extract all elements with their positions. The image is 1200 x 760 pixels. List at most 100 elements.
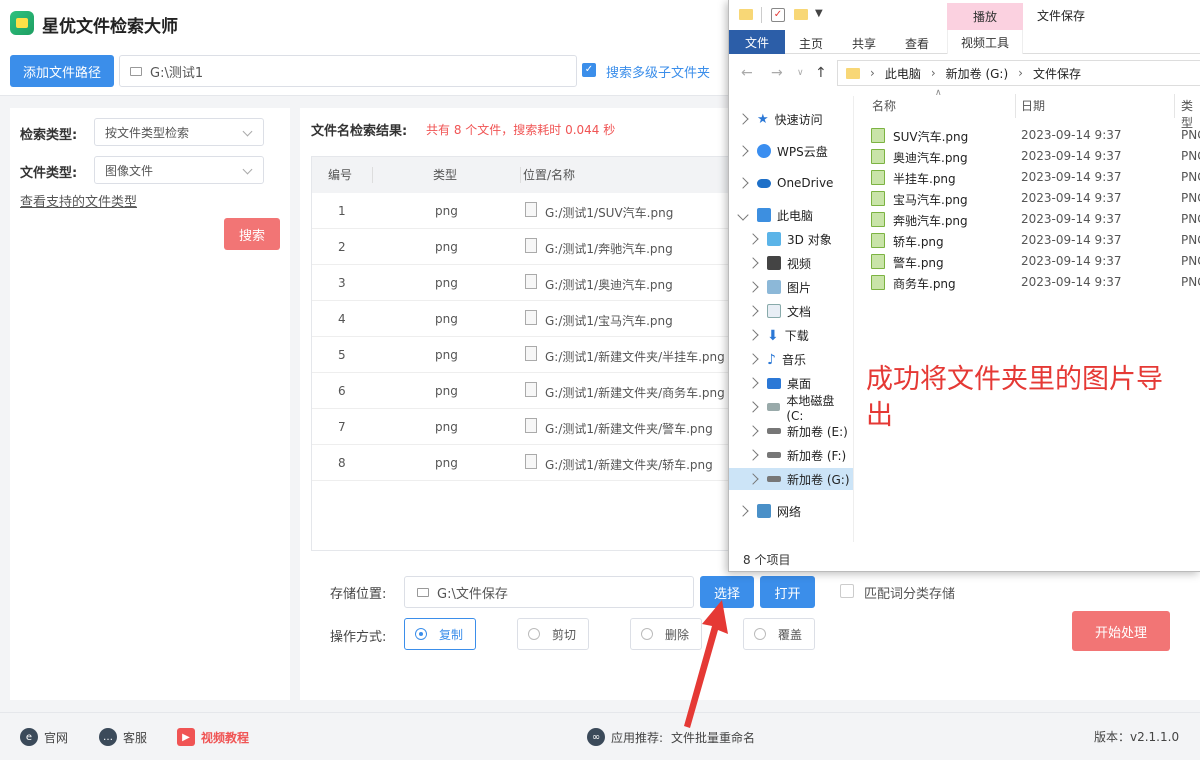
table-row[interactable]: 6 png G:/测试1/新建文件夹/商务车.png (312, 373, 730, 409)
start-process-button[interactable]: 开始处理 (1072, 611, 1170, 651)
search-type-label: 检索类型: (20, 128, 78, 143)
file-icon (525, 202, 537, 217)
header-type[interactable]: 类型 (433, 157, 457, 193)
file-type-select[interactable]: 图像文件 (94, 156, 264, 184)
customer-service-link[interactable]: … 客服 (99, 728, 147, 746)
network-icon (757, 504, 771, 518)
folder-icon (846, 67, 860, 79)
result-title: 文件名检索结果: (311, 124, 408, 139)
radio-dot (641, 628, 653, 640)
column-date[interactable]: 日期 (1021, 97, 1045, 114)
header-path[interactable]: 位置/名称 (523, 157, 575, 193)
table-row[interactable]: 5 png G:/测试1/新建文件夹/半挂车.png (312, 337, 730, 373)
match-category-label[interactable]: 匹配词分类存储 (864, 583, 955, 602)
nav-downloads[interactable]: ⬇ 下载 (729, 324, 853, 346)
address-bar[interactable]: › 此电脑 › 新加卷 (G:) › 文件保存 (837, 60, 1200, 86)
drive-icon (767, 452, 781, 458)
up-arrow-icon[interactable]: ↑ (815, 65, 827, 81)
png-file-icon (871, 254, 885, 269)
nav-wps-cloud[interactable]: WPS云盘 (729, 140, 853, 162)
file-item[interactable]: 警车.png2023-09-14 9:37PNG (863, 251, 1200, 272)
forward-arrow-icon[interactable]: → (771, 65, 783, 81)
nav-this-pc[interactable]: 此电脑 (729, 204, 853, 226)
storage-input[interactable]: G:\文件保存 (404, 576, 694, 608)
link-icon: ∞ (587, 728, 605, 746)
op-overwrite-radio[interactable]: 覆盖 (743, 618, 815, 650)
nav-3d-objects[interactable]: 3D 对象 (729, 228, 853, 250)
file-item[interactable]: 宝马汽车.png2023-09-14 9:37PNG (863, 188, 1200, 209)
open-button[interactable]: 打开 (760, 576, 815, 608)
file-item[interactable]: 半挂车.png2023-09-14 9:37PNG (863, 167, 1200, 188)
nav-documents[interactable]: 文档 (729, 300, 853, 322)
film-icon (767, 256, 781, 270)
nav-videos[interactable]: 视频 (729, 252, 853, 274)
context-tab-play[interactable]: 播放 (947, 3, 1023, 30)
supported-types-link[interactable]: 查看支持的文件类型 (20, 191, 137, 210)
quick-access-dropdown-icon[interactable]: ▼ (815, 8, 823, 19)
breadcrumb-drive[interactable]: 新加卷 (G:) (946, 65, 1009, 82)
download-icon: ⬇ (767, 328, 779, 344)
document-icon (767, 304, 781, 318)
chevron-down-icon (242, 126, 253, 137)
desktop-icon (767, 377, 781, 389)
music-icon: ♪ (767, 352, 776, 368)
path-input[interactable]: G:\测试1 (119, 55, 577, 87)
nav-volume-f[interactable]: 新加卷 (F:) (729, 444, 853, 466)
file-item[interactable]: 奥迪汽车.png2023-09-14 9:37PNG (863, 146, 1200, 167)
table-row[interactable]: 1 png G:/测试1/SUV汽车.png (312, 193, 730, 229)
nav-network[interactable]: 网络 (729, 500, 853, 522)
add-path-button[interactable]: 添加文件路径 (10, 55, 114, 87)
tab-share[interactable]: 共享 (852, 35, 876, 52)
nav-quick-access[interactable]: ★ 快速访问 (729, 108, 853, 130)
file-item[interactable]: 轿车.png2023-09-14 9:37PNG (863, 230, 1200, 251)
operation-label: 操作方式: (330, 630, 387, 645)
folder-icon (130, 66, 142, 76)
op-cut-radio[interactable]: 剪切 (517, 618, 589, 650)
video-tutorial-link[interactable]: ▶ 视频教程 (177, 728, 249, 746)
back-arrow-icon[interactable]: ← (741, 65, 753, 81)
search-type-select[interactable]: 按文件类型检索 (94, 118, 264, 146)
op-copy-radio[interactable]: 复制 (404, 618, 476, 650)
computer-icon (757, 208, 771, 222)
table-header: 编号 类型 位置/名称 (312, 157, 730, 193)
table-row[interactable]: 2 png G:/测试1/奔驰汽车.png (312, 229, 730, 265)
nav-onedrive[interactable]: OneDrive (729, 172, 853, 194)
recent-dropdown-icon[interactable]: ∨ (797, 68, 804, 78)
table-row[interactable]: 8 png G:/测试1/新建文件夹/轿车.png (312, 445, 730, 481)
folder-icon (739, 9, 753, 20)
tab-video-tools[interactable]: 视频工具 (947, 30, 1023, 54)
nav-local-disk-c[interactable]: 本地磁盘 (C: (729, 394, 853, 423)
header-num[interactable]: 编号 (328, 157, 352, 193)
path-value: G:\测试1 (150, 65, 204, 81)
match-category-checkbox[interactable] (840, 584, 854, 598)
nav-pictures[interactable]: 图片 (729, 276, 853, 298)
multi-level-checkbox[interactable]: ✓ (582, 63, 596, 77)
multi-level-label[interactable]: 搜索多级子文件夹 (606, 62, 710, 81)
official-site-link[interactable]: e 官网 (20, 728, 68, 746)
table-row[interactable]: 3 png G:/测试1/奥迪汽车.png (312, 265, 730, 301)
new-folder-icon[interactable] (794, 9, 808, 20)
storage-value: G:\文件保存 (437, 586, 508, 602)
navigation-pane: ★ 快速访问 WPS云盘 OneDrive 此电脑 3D 对象 视频 图片 文档 … (729, 96, 853, 542)
file-item[interactable]: SUV汽车.png2023-09-14 9:37PNG (863, 125, 1200, 146)
table-row[interactable]: 4 png G:/测试1/宝马汽车.png (312, 301, 730, 337)
result-table: 编号 类型 位置/名称 1 png G:/测试1/SUV汽车.png 2 png… (311, 156, 731, 551)
column-name[interactable]: 名称 (872, 97, 896, 114)
nav-volume-e[interactable]: 新加卷 (E:) (729, 420, 853, 442)
png-file-icon (871, 212, 885, 227)
breadcrumb-folder[interactable]: 文件保存 (1033, 65, 1081, 82)
tab-view[interactable]: 查看 (905, 35, 929, 52)
properties-icon[interactable]: ✓ (771, 8, 785, 22)
table-row[interactable]: 7 png G:/测试1/新建文件夹/警车.png (312, 409, 730, 445)
tab-file[interactable]: 文件 (729, 30, 785, 54)
nav-music[interactable]: ♪ 音乐 (729, 348, 853, 370)
drive-icon (766, 403, 781, 411)
file-icon (525, 382, 537, 397)
search-button[interactable]: 搜索 (224, 218, 280, 250)
tab-home[interactable]: 主页 (799, 35, 823, 52)
file-item[interactable]: 奔驰汽车.png2023-09-14 9:37PNG (863, 209, 1200, 230)
breadcrumb-pc[interactable]: 此电脑 (885, 65, 921, 82)
radio-dot (415, 628, 427, 640)
nav-volume-g[interactable]: 新加卷 (G:) (729, 468, 853, 490)
file-item[interactable]: 商务车.png2023-09-14 9:37PNG (863, 272, 1200, 293)
